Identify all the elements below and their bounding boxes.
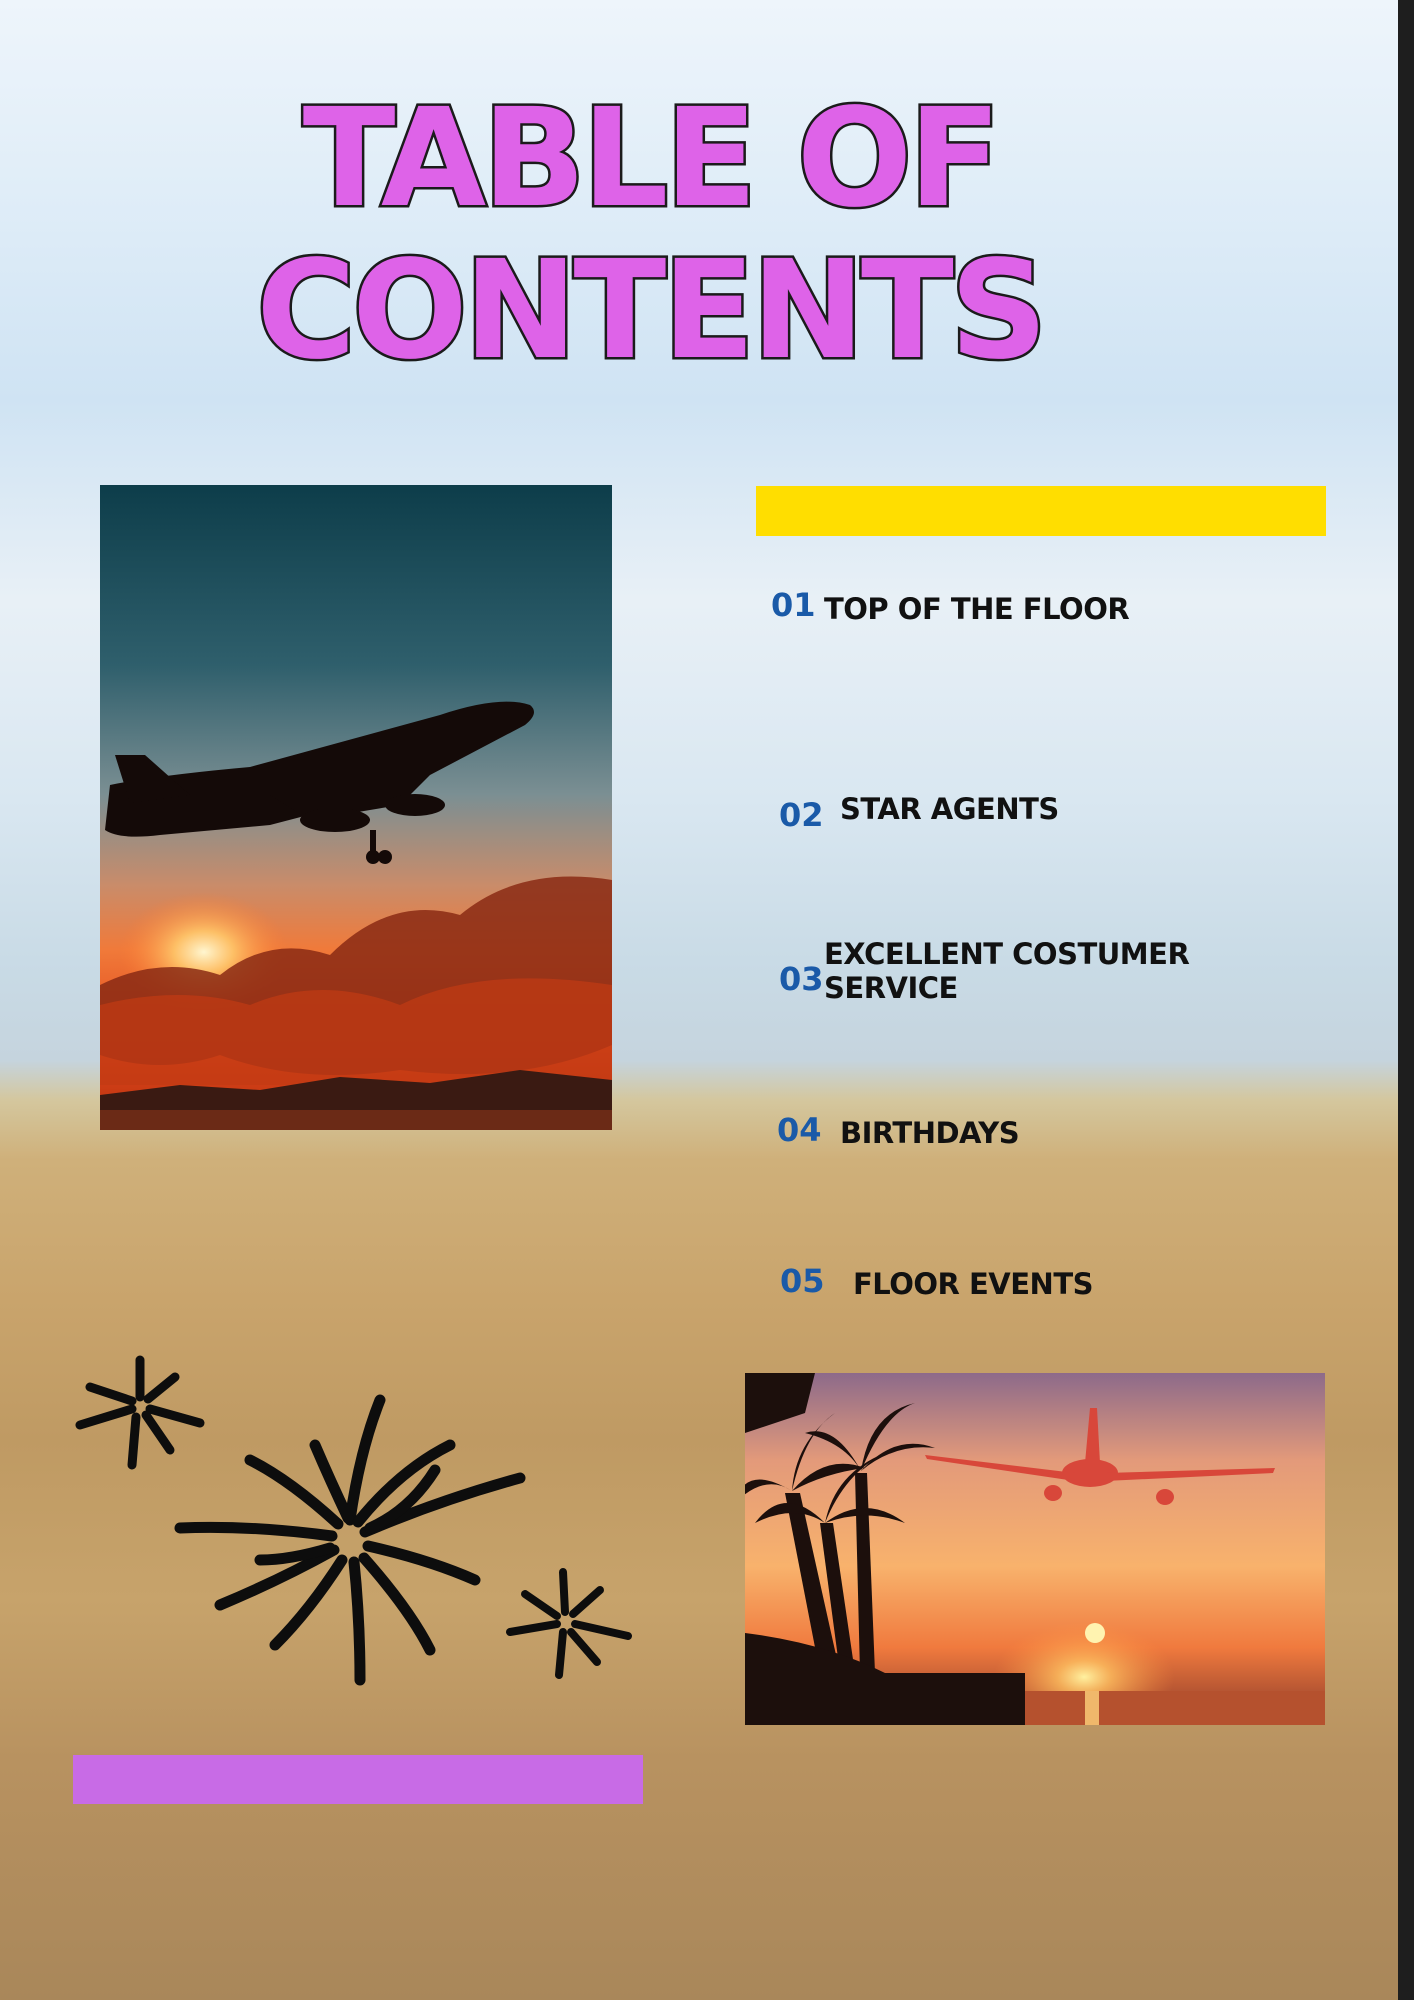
toc-label-05: FLOOR EVENTS bbox=[853, 1267, 1094, 1301]
toc-label-03-line-2: SERVICE bbox=[824, 971, 958, 1005]
toc-number-01: 01 bbox=[771, 586, 816, 624]
page: TABLE OF CONTENTS 01 TOP OF THE FLOOR 02… bbox=[0, 0, 1398, 2000]
page-title-line-1: TABLE OF bbox=[300, 80, 1004, 238]
airplane-takeoff-photo bbox=[100, 485, 612, 1130]
toc-label-04: BIRTHDAYS bbox=[840, 1116, 1020, 1150]
toc-label-01: TOP OF THE FLOOR bbox=[824, 592, 1130, 626]
toc-label-02: STAR AGENTS bbox=[840, 792, 1059, 826]
fireworks-icon bbox=[75, 1355, 632, 1686]
toc-number-05: 05 bbox=[780, 1262, 825, 1300]
airplane-palm-sunset-photo bbox=[745, 1373, 1325, 1725]
toc-number-03: 03 bbox=[779, 960, 824, 998]
purple-accent-bar bbox=[73, 1755, 643, 1804]
page-edge-shadow bbox=[1398, 0, 1414, 2000]
toc-label-03-line-1: EXCELLENT COSTUMER bbox=[824, 937, 1190, 971]
toc-number-04: 04 bbox=[777, 1111, 822, 1149]
yellow-accent-bar bbox=[756, 486, 1326, 536]
page-title-line-2: CONTENTS bbox=[254, 232, 1050, 390]
toc-number-02: 02 bbox=[779, 796, 824, 834]
